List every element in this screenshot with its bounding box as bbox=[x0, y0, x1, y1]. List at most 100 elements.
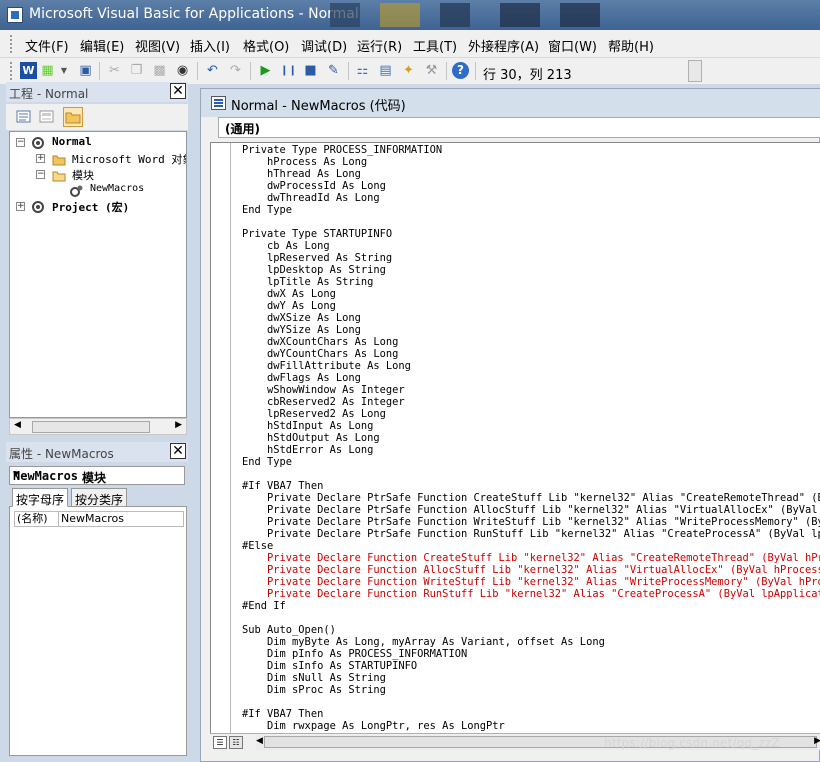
margin-indicator-bar[interactable] bbox=[211, 143, 231, 734]
copy-icon[interactable]: ❐ bbox=[128, 62, 145, 79]
code-editor[interactable]: Private Type PROCESS_INFORMATION hProces… bbox=[210, 142, 820, 734]
word-icon[interactable]: W bbox=[20, 62, 37, 79]
code-line[interactable]: cb As Long bbox=[242, 240, 820, 252]
scrollbar-thumb[interactable] bbox=[32, 421, 150, 433]
toolbox-icon[interactable]: ⚒ bbox=[423, 62, 440, 79]
tree-node-project[interactable]: Project (宏) bbox=[52, 199, 129, 215]
chevron-down-icon[interactable]: ▼ bbox=[60, 62, 68, 79]
cut-icon[interactable]: ✂ bbox=[106, 62, 123, 79]
code-line[interactable]: Sub Auto_Open() bbox=[242, 624, 820, 636]
procedure-view-icon[interactable]: ☰ bbox=[213, 736, 227, 749]
toolbar-grip[interactable] bbox=[10, 62, 14, 80]
break-icon[interactable]: ❙❙ bbox=[280, 62, 297, 79]
code-line[interactable]: End Type bbox=[242, 204, 820, 216]
code-line[interactable]: Dim sNull As String bbox=[242, 672, 820, 684]
project-tree-scrollbar[interactable]: ◀ ▶ bbox=[9, 418, 187, 435]
full-module-view-icon[interactable]: ☷ bbox=[229, 736, 243, 749]
properties-pane-close-icon[interactable]: ✕ bbox=[170, 443, 186, 459]
tree-node-newmacros[interactable]: NewMacros bbox=[90, 183, 144, 194]
code-line[interactable]: Private Declare PtrSafe Function AllocSt… bbox=[242, 504, 820, 516]
code-line[interactable]: Private Type PROCESS_INFORMATION bbox=[242, 144, 820, 156]
code-line[interactable]: wShowWindow As Integer bbox=[242, 384, 820, 396]
tree-node-normal[interactable]: Normal bbox=[52, 135, 92, 148]
code-line[interactable]: lpTitle As String bbox=[242, 276, 820, 288]
code-line[interactable]: dwProcessId As Long bbox=[242, 180, 820, 192]
properties-object-select[interactable]: NewMacros 模块 ▼ bbox=[9, 466, 185, 485]
code-line[interactable]: dwFlags As Long bbox=[242, 372, 820, 384]
reset-icon[interactable]: ■ bbox=[302, 62, 319, 79]
code-line[interactable]: dwX As Long bbox=[242, 288, 820, 300]
run-icon[interactable]: ▶ bbox=[257, 62, 274, 79]
code-line[interactable]: #Else bbox=[242, 540, 820, 552]
code-line[interactable]: Dim sInfo As STARTUPINFO bbox=[242, 660, 820, 672]
code-line[interactable]: Dim myByte As Long, myArray As Variant, … bbox=[242, 636, 820, 648]
code-line[interactable]: Private Declare PtrSafe Function CreateS… bbox=[242, 492, 820, 504]
code-line[interactable]: Private Declare Function WriteStuff Lib … bbox=[242, 576, 820, 588]
undo-icon[interactable]: ↶ bbox=[204, 62, 221, 79]
code-line[interactable]: cbReserved2 As Integer bbox=[242, 396, 820, 408]
project-explorer-icon[interactable]: ⚏ bbox=[354, 62, 371, 79]
code-line[interactable] bbox=[242, 216, 820, 228]
tree-collapse-icon[interactable]: − bbox=[16, 138, 25, 147]
chevron-down-icon[interactable]: ▼ bbox=[13, 469, 182, 480]
menu-edit[interactable]: 编辑(E) bbox=[80, 36, 124, 55]
code-line[interactable]: dwFillAttribute As Long bbox=[242, 360, 820, 372]
project-pane-close-icon[interactable]: ✕ bbox=[170, 83, 186, 99]
toggle-folders-icon[interactable] bbox=[63, 107, 83, 127]
code-line[interactable]: lpDesktop As String bbox=[242, 264, 820, 276]
code-line[interactable]: dwXSize As Long bbox=[242, 312, 820, 324]
code-line[interactable] bbox=[242, 468, 820, 480]
save-icon[interactable]: ▣ bbox=[77, 62, 94, 79]
menu-insert[interactable]: 插入(I) bbox=[190, 36, 230, 55]
tree-collapse-icon[interactable]: − bbox=[36, 170, 45, 179]
code-line[interactable]: Private Declare PtrSafe Function WriteSt… bbox=[242, 516, 820, 528]
code-line[interactable]: hStdError As Long bbox=[242, 444, 820, 456]
object-combo[interactable]: (通用) bbox=[218, 117, 820, 138]
tree-node-word-objects[interactable]: Microsoft Word 对象 bbox=[72, 151, 186, 167]
menu-file[interactable]: 文件(F) bbox=[25, 36, 69, 55]
scroll-left-icon[interactable]: ◀ bbox=[14, 420, 21, 430]
code-line[interactable]: #If VBA7 Then bbox=[242, 708, 820, 720]
code-line[interactable]: Private Declare Function RunStuff Lib "k… bbox=[242, 588, 820, 600]
scroll-right-icon[interactable]: ▶ bbox=[814, 736, 820, 746]
design-mode-icon[interactable]: ✎ bbox=[325, 62, 342, 79]
code-line[interactable]: lpReserved As String bbox=[242, 252, 820, 264]
menu-debug[interactable]: 调试(D) bbox=[301, 36, 347, 55]
code-line[interactable]: dwXCountChars As Long bbox=[242, 336, 820, 348]
view-object-icon[interactable] bbox=[37, 107, 57, 127]
code-line[interactable]: hThread As Long bbox=[242, 168, 820, 180]
scroll-right-icon[interactable]: ▶ bbox=[175, 420, 182, 430]
code-line[interactable] bbox=[242, 696, 820, 708]
object-browser-icon[interactable]: ✦ bbox=[400, 62, 417, 79]
menu-format[interactable]: 格式(O) bbox=[243, 36, 289, 55]
menu-run[interactable]: 运行(R) bbox=[357, 36, 402, 55]
code-line[interactable]: dwYCountChars As Long bbox=[242, 348, 820, 360]
paste-icon[interactable]: ▩ bbox=[151, 62, 168, 79]
code-line[interactable]: #End If bbox=[242, 600, 820, 612]
code-line[interactable]: lpReserved2 As Long bbox=[242, 408, 820, 420]
view-code-icon[interactable] bbox=[14, 107, 34, 127]
scroll-left-icon[interactable]: ◀ bbox=[256, 736, 263, 746]
code-line[interactable]: #If VBA7 Then bbox=[242, 480, 820, 492]
code-line[interactable]: dwYSize As Long bbox=[242, 324, 820, 336]
code-line[interactable]: dwY As Long bbox=[242, 300, 820, 312]
menu-window[interactable]: 窗口(W) bbox=[548, 36, 597, 55]
redo-icon[interactable]: ↷ bbox=[227, 62, 244, 79]
menu-tools[interactable]: 工具(T) bbox=[413, 36, 457, 55]
code-line[interactable]: Private Declare Function AllocStuff Lib … bbox=[242, 564, 820, 576]
code-line[interactable]: hProcess As Long bbox=[242, 156, 820, 168]
tree-node-modules[interactable]: 模块 bbox=[72, 167, 94, 183]
code-line[interactable]: dwThreadId As Long bbox=[242, 192, 820, 204]
menu-view[interactable]: 视图(V) bbox=[135, 36, 180, 55]
menubar-grip[interactable] bbox=[10, 35, 14, 53]
tab-alphabetic[interactable]: 按字母序 bbox=[12, 488, 69, 507]
code-line[interactable]: Private Declare PtrSafe Function RunStuf… bbox=[242, 528, 820, 540]
code-line[interactable]: hStdOutput As Long bbox=[242, 432, 820, 444]
property-row[interactable]: (名称) NewMacros bbox=[14, 511, 184, 527]
menu-addins[interactable]: 外接程序(A) bbox=[468, 36, 539, 55]
code-line[interactable]: End Type bbox=[242, 456, 820, 468]
code-line[interactable]: Private Declare Function CreateStuff Lib… bbox=[242, 552, 820, 564]
help-icon[interactable]: ? bbox=[452, 62, 469, 79]
find-icon[interactable]: ◉ bbox=[174, 62, 191, 79]
toolbar-overflow-button[interactable] bbox=[688, 60, 702, 82]
